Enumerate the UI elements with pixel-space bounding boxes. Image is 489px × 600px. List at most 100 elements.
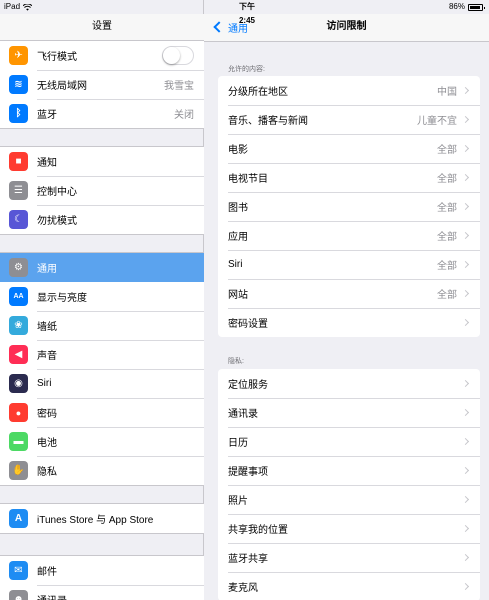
chevron-right-icon xyxy=(461,260,470,269)
settings-screen: iPad 下午2:45 86% 设置 ✈ 飞行模式 ≋ 无线局域网 我雪宝 ᛒ 蓝牙 关闭 ■ 通… xyxy=(0,0,489,600)
restriction-label: 密码设置 xyxy=(228,319,268,330)
restriction-row[interactable]: 定位服务 xyxy=(218,369,480,398)
restriction-value: 儿童不宜 xyxy=(417,116,457,127)
sidebar-item-label: 声音 xyxy=(37,351,57,362)
chevron-right-icon xyxy=(461,553,470,562)
sidebar-item-hand[interactable]: ✋ 隐私 xyxy=(0,456,204,485)
privacy-group: 定位服务通讯录日历提醒事项照片共享我的位置蓝牙共享麦克风 xyxy=(218,369,480,600)
sidebar-item-label: 隐私 xyxy=(37,467,57,478)
restriction-row[interactable]: 分级所在地区 中国 xyxy=(218,76,480,105)
sidebar-item-wallpaper[interactable]: ❀ 墙纸 xyxy=(0,311,204,340)
bluetooth-icon: ᛒ xyxy=(9,104,28,123)
sidebar-item-label: 控制中心 xyxy=(37,187,77,198)
restriction-label: 定位服务 xyxy=(228,380,268,391)
chevron-right-icon xyxy=(461,466,470,475)
restriction-row[interactable]: 麦克风 xyxy=(218,572,480,600)
sidebar-item-wifi[interactable]: ≋ 无线局域网 我雪宝 xyxy=(0,70,204,99)
sidebar-item-control-center[interactable]: ☰ 控制中心 xyxy=(0,176,204,205)
sidebar-item-label: 显示与亮度 xyxy=(37,293,87,304)
sidebar-item-label: 邮件 xyxy=(37,567,57,578)
restriction-row[interactable]: 网站 全部 xyxy=(218,279,480,308)
sidebar-item-contacts[interactable]: ☻ 通讯录 xyxy=(0,585,204,600)
battery-icon: ▬ xyxy=(9,432,28,451)
restriction-label: 网站 xyxy=(228,290,248,301)
chevron-right-icon xyxy=(461,86,470,95)
battery-icon xyxy=(468,3,485,11)
sidebar-item-gear[interactable]: ⚙ 通用 xyxy=(0,253,204,282)
restriction-label: Siri xyxy=(228,259,243,270)
restriction-row[interactable]: 蓝牙共享 xyxy=(218,543,480,572)
restriction-row[interactable]: 照片 xyxy=(218,485,480,514)
sidebar-item-value: 我雪宝 xyxy=(164,81,194,92)
hand-icon: ✋ xyxy=(9,461,28,480)
restriction-row[interactable]: 应用 全部 xyxy=(218,221,480,250)
restriction-value: 全部 xyxy=(437,145,457,156)
sound-icon: ◀ xyxy=(9,345,28,364)
restriction-row[interactable]: 共享我的位置 xyxy=(218,514,480,543)
restriction-row[interactable]: 通讯录 xyxy=(218,398,480,427)
chevron-right-icon xyxy=(461,437,470,446)
restriction-row[interactable]: Siri 全部 xyxy=(218,250,480,279)
airplane-mode-toggle[interactable] xyxy=(162,46,194,65)
restriction-row[interactable]: 音乐、播客与新闻 儿童不宜 xyxy=(218,105,480,134)
display-icon: AA xyxy=(9,287,28,306)
battery-percent: 86% xyxy=(448,2,465,11)
sidebar-item-label: Siri xyxy=(37,378,52,389)
siri-icon: ◉ xyxy=(9,374,28,393)
sidebar-item-label: iTunes Store 与 App Store xyxy=(37,515,154,526)
sidebar-item-label: 密码 xyxy=(37,409,57,420)
allowed-content-header: 允许的内容: xyxy=(228,66,265,73)
moon-icon: ☾ xyxy=(9,210,28,229)
chevron-right-icon xyxy=(461,379,470,388)
sidebar-item-siri[interactable]: ◉ Siri xyxy=(0,369,204,398)
sidebar-item-moon[interactable]: ☾ 勿扰模式 xyxy=(0,205,204,234)
restriction-label: 照片 xyxy=(228,496,248,507)
sidebar-item-mail[interactable]: ✉ 邮件 xyxy=(0,556,204,585)
sidebar-title: 设置 xyxy=(0,14,204,42)
sidebar-item-label: 无线局域网 xyxy=(37,81,87,92)
restriction-row[interactable]: 日历 xyxy=(218,427,480,456)
chevron-right-icon xyxy=(461,289,470,298)
sidebar-item-lock[interactable]: ● 密码 xyxy=(0,398,204,427)
toggle-knob xyxy=(163,47,180,64)
restriction-value: 中国 xyxy=(437,87,457,98)
sidebar-item-label: 通知 xyxy=(37,158,57,169)
sidebar-item-label: 墙纸 xyxy=(37,322,57,333)
device-name: iPad xyxy=(4,2,21,11)
sidebar-item-label: 通用 xyxy=(37,264,57,275)
restriction-value: 全部 xyxy=(437,174,457,185)
chevron-right-icon xyxy=(461,231,470,240)
sidebar-item-airplane[interactable]: ✈ 飞行模式 xyxy=(0,41,204,70)
sidebar-item-display[interactable]: AA 显示与亮度 xyxy=(0,282,204,311)
restriction-label: 麦克风 xyxy=(228,583,258,594)
privacy-header: 隐私: xyxy=(228,358,244,365)
restriction-row[interactable]: 电视节目 全部 xyxy=(218,163,480,192)
restriction-row[interactable]: 提醒事项 xyxy=(218,456,480,485)
sidebar-group: AiTunes Store 与 App Store xyxy=(0,503,204,534)
restrictions-pane: 通用 访问限制 允许的内容: 分级所在地区 中国 音乐、播客与新闻 儿童不宜 电影 全部电… xyxy=(204,0,489,600)
sidebar-item-value: 关闭 xyxy=(174,110,194,121)
status-bar: iPad 下午2:45 86% xyxy=(0,0,489,25)
allowed-content-group: 分级所在地区 中国 音乐、播客与新闻 儿童不宜 电影 全部 电视节目 全部 图书 全部 应用 全部 Si… xyxy=(218,76,480,337)
sidebar-item-sound[interactable]: ◀ 声音 xyxy=(0,340,204,369)
restriction-value: 全部 xyxy=(437,203,457,214)
restriction-label: 电视节目 xyxy=(228,174,268,185)
restriction-row[interactable]: 密码设置 xyxy=(218,308,480,337)
chevron-right-icon xyxy=(461,115,470,124)
restriction-value: 全部 xyxy=(437,261,457,272)
restriction-label: 日历 xyxy=(228,438,248,449)
restriction-label: 蓝牙共享 xyxy=(228,554,268,565)
lock-icon: ● xyxy=(9,403,28,422)
sidebar-item-notifications[interactable]: ■ 通知 xyxy=(0,147,204,176)
gear-icon: ⚙ xyxy=(9,258,28,277)
chevron-right-icon xyxy=(461,495,470,504)
sidebar-item-label: 勿扰模式 xyxy=(37,216,77,227)
sidebar-item-label: 飞行模式 xyxy=(37,52,77,63)
restriction-label: 通讯录 xyxy=(228,409,258,420)
sidebar-item-bluetooth[interactable]: ᛒ 蓝牙 关闭 xyxy=(0,99,204,128)
restriction-row[interactable]: 图书 全部 xyxy=(218,192,480,221)
sidebar-item-battery[interactable]: ▬ 电池 xyxy=(0,427,204,456)
restriction-row[interactable]: 电影 全部 xyxy=(218,134,480,163)
chevron-right-icon xyxy=(461,202,470,211)
sidebar-item-app-store[interactable]: AiTunes Store 与 App Store xyxy=(0,504,204,533)
